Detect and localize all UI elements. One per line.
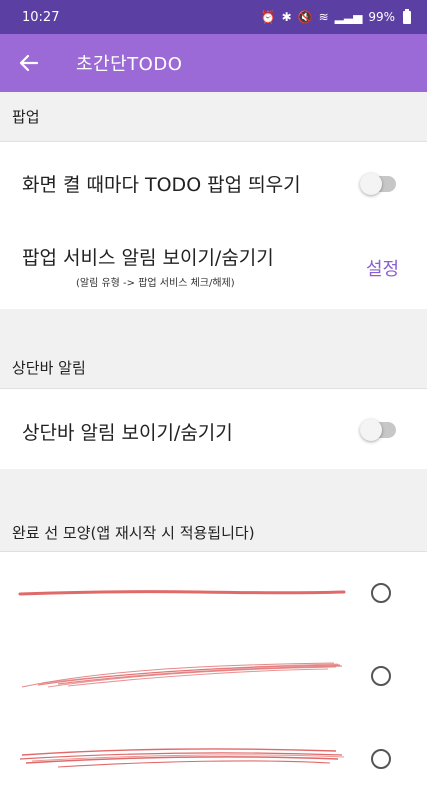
app-title: 초간단TODO bbox=[76, 54, 183, 75]
bluetooth-icon: ✱ bbox=[281, 10, 292, 24]
wifi-icon: ≋ bbox=[318, 10, 329, 24]
screen-popup-toggle[interactable] bbox=[360, 173, 396, 195]
arrow-left-icon bbox=[19, 54, 39, 72]
statusbar-toggle-row[interactable]: 상단바 알림 보이기/숨기기 bbox=[0, 389, 427, 469]
section-header-popup: 팝업 bbox=[0, 92, 427, 142]
service-notice-sublabel: (알림 유형 -> 팝업 서비스 체크/해제) bbox=[76, 278, 235, 289]
line-style-option-scribble[interactable] bbox=[0, 635, 427, 718]
statusbar-toggle-label: 상단바 알림 보이기/숨기기 bbox=[22, 422, 233, 444]
screen-popup-label: 화면 켤 때마다 TODO 팝업 띄우기 bbox=[22, 174, 301, 196]
battery-level: 99% bbox=[368, 10, 395, 24]
line-style-option-straight[interactable] bbox=[0, 552, 427, 635]
multi-stroke-line-preview bbox=[19, 748, 345, 768]
signal-icon: ▂▃▅ bbox=[334, 10, 363, 24]
line-style-radio-2[interactable] bbox=[371, 666, 391, 686]
alarm-icon: ⏰ bbox=[260, 10, 276, 24]
status-bar: 10:27 ⏰ ✱ 🔇 ≋ ▂▃▅ 99% bbox=[0, 0, 427, 34]
toggle-knob bbox=[360, 173, 382, 195]
line-style-card bbox=[0, 552, 427, 800]
statusbar-toggle[interactable] bbox=[360, 419, 396, 441]
section-header-statusbar: 상단바 알림 bbox=[0, 309, 427, 389]
straight-line-preview bbox=[18, 590, 346, 596]
screen-popup-row[interactable]: 화면 켤 때마다 TODO 팝업 띄우기 bbox=[0, 142, 427, 225]
statusbar-settings-card: 상단바 알림 보이기/숨기기 bbox=[0, 389, 427, 469]
back-button[interactable] bbox=[0, 34, 58, 92]
service-notice-row[interactable]: 팝업 서비스 알림 보이기/숨기기 (알림 유형 -> 팝업 서비스 체크/해제… bbox=[0, 225, 427, 309]
line-style-option-multi-stroke[interactable] bbox=[0, 718, 427, 800]
popup-settings-card: 화면 켤 때마다 TODO 팝업 띄우기 팝업 서비스 알림 보이기/숨기기 (… bbox=[0, 142, 427, 309]
mute-icon: 🔇 bbox=[297, 10, 313, 24]
battery-icon bbox=[403, 8, 411, 24]
toggle-knob bbox=[360, 419, 382, 441]
line-style-radio-3[interactable] bbox=[371, 749, 391, 769]
service-notice-label: 팝업 서비스 알림 보이기/숨기기 bbox=[22, 247, 274, 269]
app-bar: 초간단TODO bbox=[0, 34, 427, 92]
scribble-line-preview bbox=[21, 662, 343, 688]
line-style-radio-1[interactable] bbox=[371, 583, 391, 603]
section-header-line-style: 완료 선 모양(앱 재시작 시 적용됩니다) bbox=[0, 469, 427, 552]
status-icons: ⏰ ✱ 🔇 ≋ ▂▃▅ 99% bbox=[260, 8, 411, 24]
status-time: 10:27 bbox=[22, 9, 60, 25]
service-notice-setting-button[interactable]: 설정 bbox=[366, 255, 399, 281]
